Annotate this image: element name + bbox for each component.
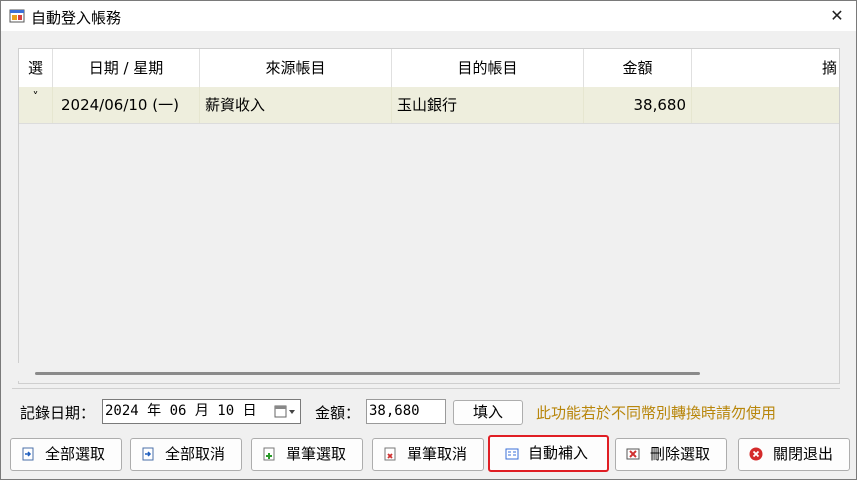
row-select-cell[interactable]: ˅ bbox=[19, 87, 53, 123]
currency-warning-note: 此功能若於不同幣別轉換時請勿使用 bbox=[536, 404, 777, 422]
date-picker[interactable]: 2024 年 06 月 10 日 bbox=[102, 399, 301, 424]
grid-header: 選 日期 / 星期 來源帳目 目的帳目 金額 摘 bbox=[19, 49, 839, 88]
column-header-target[interactable]: 目的帳目 bbox=[392, 49, 584, 87]
cancel-one-button[interactable]: 單筆取消 bbox=[372, 438, 484, 471]
column-header-amount[interactable]: 金額 bbox=[584, 49, 692, 87]
list-icon bbox=[505, 448, 519, 460]
column-header-memo[interactable]: 摘 bbox=[692, 49, 839, 87]
cancel-all-icon bbox=[142, 447, 154, 461]
amount-input[interactable]: 38,680 bbox=[366, 399, 446, 424]
delete-selected-label: 刪除選取 bbox=[650, 445, 711, 463]
window-title: 自動登入帳務 bbox=[31, 9, 122, 27]
table-row[interactable]: ˅ 2024/06/10 (一) 薪資收入 玉山銀行 38,680 bbox=[19, 87, 839, 124]
dialog-window: 自動登入帳務 ✕ 選 日期 / 星期 來源帳目 目的帳目 金額 摘 ˅ 2024… bbox=[0, 0, 857, 480]
select-one-label: 單筆選取 bbox=[286, 445, 347, 463]
fill-button[interactable]: 填入 bbox=[453, 400, 523, 425]
delete-selected-button[interactable]: 刪除選取 bbox=[615, 438, 727, 471]
auto-fill-label: 自動補入 bbox=[528, 444, 589, 462]
records-grid[interactable]: 選 日期 / 星期 來源帳目 目的帳目 金額 摘 ˅ 2024/06/10 (一… bbox=[18, 48, 840, 384]
app-icon bbox=[9, 9, 25, 23]
divider bbox=[12, 388, 840, 389]
remove-item-icon bbox=[384, 447, 396, 461]
horizontal-scrollbar[interactable] bbox=[18, 363, 838, 381]
delete-icon bbox=[626, 448, 640, 460]
column-header-date[interactable]: 日期 / 星期 bbox=[53, 49, 200, 87]
close-icon[interactable]: ✕ bbox=[826, 5, 848, 27]
cancel-all-label: 全部取消 bbox=[165, 445, 226, 463]
select-all-icon bbox=[22, 447, 34, 461]
date-value: 2024 年 06 月 10 日 bbox=[105, 403, 257, 419]
cancel-all-button[interactable]: 全部取消 bbox=[130, 438, 242, 471]
scrollbar-thumb[interactable] bbox=[35, 372, 700, 375]
close-exit-button[interactable]: 關閉退出 bbox=[738, 438, 850, 471]
select-all-label: 全部選取 bbox=[45, 445, 106, 463]
row-source-cell[interactable]: 薪資收入 bbox=[200, 87, 392, 123]
row-amount-cell[interactable]: 38,680 bbox=[584, 87, 692, 123]
row-memo-cell[interactable] bbox=[692, 87, 839, 123]
row-date-cell[interactable]: 2024/06/10 (一) bbox=[53, 87, 200, 123]
row-target-cell[interactable]: 玉山銀行 bbox=[392, 87, 584, 123]
auto-fill-button[interactable]: 自動補入 bbox=[488, 435, 609, 472]
cancel-one-label: 單筆取消 bbox=[407, 445, 468, 463]
close-exit-label: 關閉退出 bbox=[773, 445, 834, 463]
amount-label: 金額： bbox=[315, 404, 361, 422]
select-all-button[interactable]: 全部選取 bbox=[10, 438, 122, 471]
title-bar: 自動登入帳務 ✕ bbox=[1, 1, 856, 31]
column-header-source[interactable]: 來源帳目 bbox=[200, 49, 392, 87]
calendar-dropdown-icon[interactable] bbox=[274, 404, 296, 419]
add-item-icon bbox=[263, 447, 275, 461]
date-label: 記錄日期： bbox=[20, 404, 96, 422]
select-one-button[interactable]: 單筆選取 bbox=[251, 438, 363, 471]
exit-icon bbox=[749, 447, 763, 461]
column-header-select[interactable]: 選 bbox=[19, 49, 53, 87]
